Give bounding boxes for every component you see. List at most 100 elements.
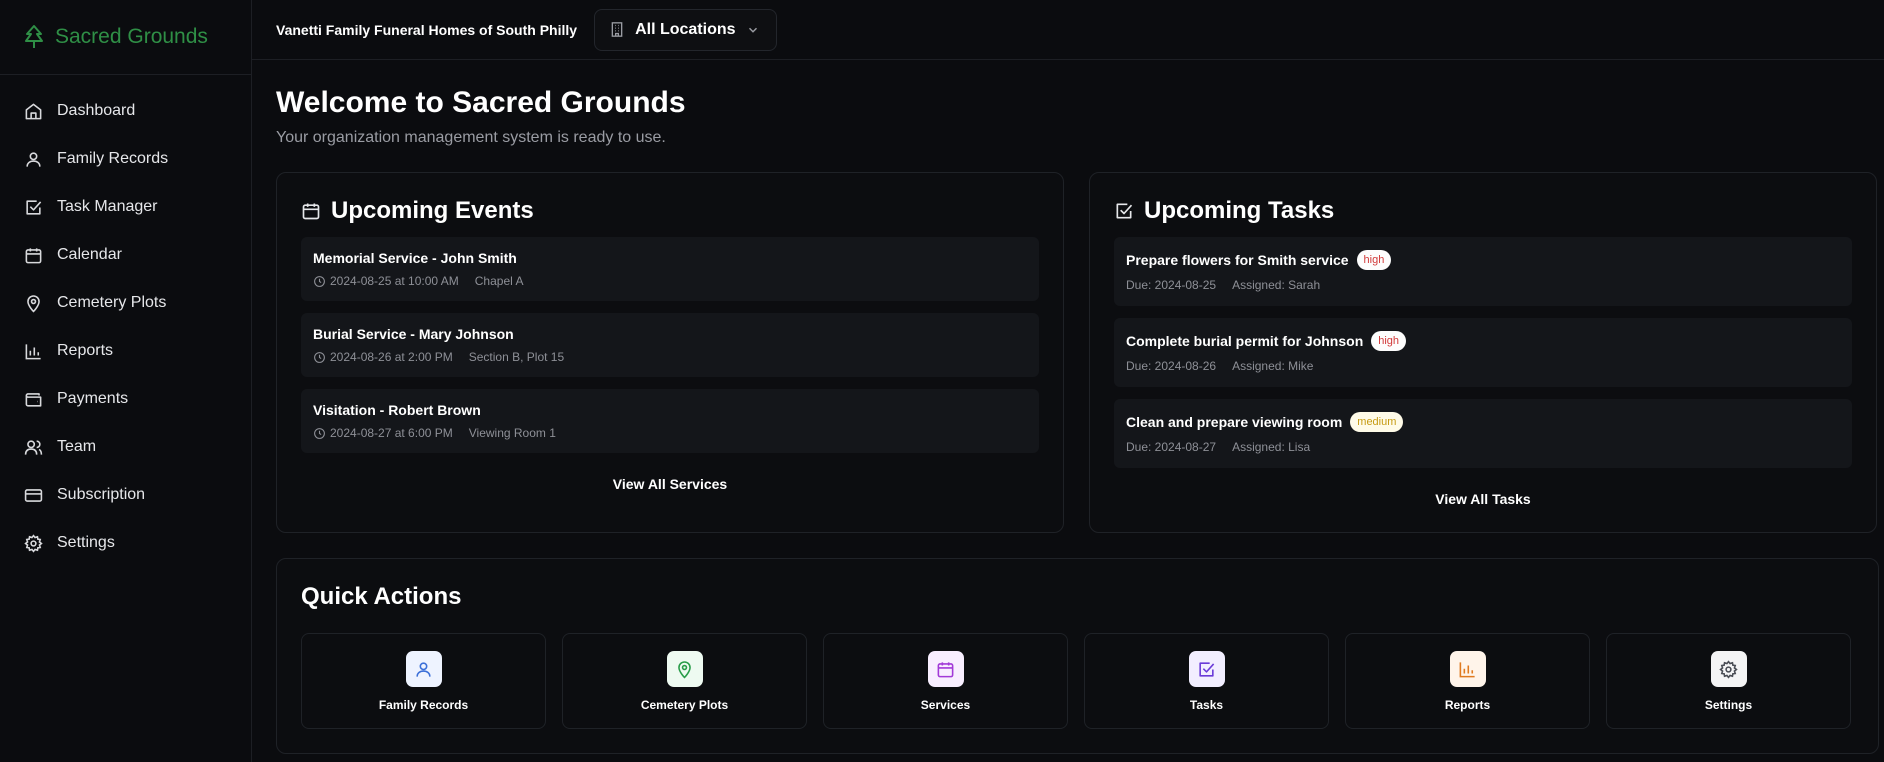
priority-badge: medium	[1350, 412, 1404, 432]
events-list: Memorial Service - John Smith 2024-08-25…	[301, 237, 1039, 453]
list-item[interactable]: Complete burial permit for Johnson high …	[1114, 318, 1852, 387]
quick-action-services[interactable]: Services	[823, 633, 1068, 729]
list-item[interactable]: Clean and prepare viewing room medium Du…	[1114, 399, 1852, 468]
event-location: Chapel A	[474, 274, 524, 288]
quick-action-reports[interactable]: Reports	[1345, 633, 1590, 729]
card-header: Upcoming Tasks	[1114, 197, 1852, 225]
map-pin-icon	[24, 294, 43, 313]
check-square-icon	[1188, 651, 1225, 687]
brand-name: Sacred Grounds	[55, 25, 208, 48]
task-header: Prepare flowers for Smith service high	[1126, 250, 1840, 270]
list-item[interactable]: Memorial Service - John Smith 2024-08-25…	[301, 237, 1039, 301]
sidebar-item-settings[interactable]: Settings	[0, 519, 251, 567]
task-due: Due: 2024-08-26	[1126, 359, 1217, 373]
quick-action-cemetery-plots[interactable]: Cemetery Plots	[562, 633, 807, 729]
credit-card-icon	[24, 486, 43, 505]
location-select-value: All Locations	[635, 20, 736, 38]
sidebar-item-label: Reports	[57, 342, 114, 359]
main-area: Vanetti Family Funeral Homes of South Ph…	[252, 0, 1884, 762]
quick-action-label: Services	[920, 698, 971, 712]
sidebar: Sacred Grounds Dashboard Family Records …	[0, 0, 252, 762]
user-icon	[24, 150, 43, 169]
sidebar-item-label: Payments	[57, 390, 129, 407]
sidebar-item-calendar[interactable]: Calendar	[0, 231, 251, 279]
check-square-icon	[1114, 201, 1134, 221]
list-item[interactable]: Prepare flowers for Smith service high D…	[1114, 237, 1852, 306]
quick-action-family-records[interactable]: Family Records	[301, 633, 546, 729]
view-all-services-button[interactable]: View All Services	[301, 476, 1039, 492]
sidebar-item-label: Task Manager	[57, 198, 158, 215]
home-icon	[24, 102, 43, 121]
clock-icon	[313, 275, 326, 288]
task-meta: Due: 2024-08-25 Assigned: Sarah	[1126, 278, 1840, 292]
check-square-icon	[24, 198, 43, 217]
sidebar-item-family-records[interactable]: Family Records	[0, 135, 251, 183]
event-location: Viewing Room 1	[468, 426, 556, 440]
event-datetime: 2024-08-26 at 2:00 PM	[330, 350, 453, 364]
clock-icon	[313, 427, 326, 440]
task-title: Prepare flowers for Smith service	[1126, 252, 1349, 268]
quick-action-settings[interactable]: Settings	[1606, 633, 1851, 729]
clock-icon	[313, 351, 326, 364]
sidebar-item-label: Cemetery Plots	[57, 294, 167, 311]
user-icon	[405, 651, 442, 687]
quick-action-tasks[interactable]: Tasks	[1084, 633, 1329, 729]
event-title: Visitation - Robert Brown	[313, 402, 481, 418]
event-meta: 2024-08-27 at 6:00 PM Viewing Room 1	[313, 426, 1027, 440]
location-select[interactable]: All Locations	[594, 8, 777, 51]
bar-chart-icon	[1449, 651, 1486, 687]
calendar-icon	[24, 246, 43, 265]
task-title: Complete burial permit for Johnson	[1126, 333, 1364, 349]
card-title: Quick Actions	[301, 583, 462, 610]
tree-logo-icon	[23, 24, 45, 50]
sidebar-item-task-manager[interactable]: Task Manager	[0, 183, 251, 231]
list-item[interactable]: Visitation - Robert Brown 2024-08-27 at …	[301, 389, 1039, 453]
map-pin-icon	[666, 651, 703, 687]
sidebar-item-label: Team	[57, 438, 97, 455]
sidebar-item-subscription[interactable]: Subscription	[0, 471, 251, 519]
page-title: Welcome to Sacred Grounds	[276, 86, 686, 119]
sidebar-item-dashboard[interactable]: Dashboard	[0, 87, 251, 135]
view-all-tasks-button[interactable]: View All Tasks	[1114, 491, 1852, 507]
task-title: Clean and prepare viewing room	[1126, 414, 1343, 430]
card-header: Upcoming Events	[301, 197, 1039, 225]
sidebar-item-team[interactable]: Team	[0, 423, 251, 471]
sidebar-nav: Dashboard Family Records Task Manager Ca…	[0, 75, 251, 567]
overview-row: Upcoming Events Memorial Service - John …	[276, 172, 1877, 533]
bar-chart-icon	[24, 342, 43, 361]
event-meta: 2024-08-25 at 10:00 AM Chapel A	[313, 274, 1027, 288]
task-assignee: Assigned: Sarah	[1232, 278, 1321, 292]
chevron-down-icon	[746, 23, 760, 37]
event-title: Memorial Service - John Smith	[313, 250, 517, 266]
sidebar-item-label: Calendar	[57, 246, 122, 263]
card-title: Upcoming Events	[331, 197, 534, 224]
sidebar-item-label: Dashboard	[57, 102, 136, 119]
quick-action-label: Settings	[1704, 698, 1753, 712]
quick-action-label: Tasks	[1189, 698, 1224, 712]
sidebar-item-cemetery-plots[interactable]: Cemetery Plots	[0, 279, 251, 327]
brand[interactable]: Sacred Grounds	[0, 0, 251, 75]
list-item[interactable]: Burial Service - Mary Johnson 2024-08-26…	[301, 313, 1039, 377]
users-icon	[24, 438, 43, 457]
quick-actions-grid: Family Records Cemetery Plots Services T…	[301, 633, 1854, 729]
sidebar-item-label: Family Records	[57, 150, 169, 167]
task-assignee: Assigned: Lisa	[1232, 440, 1311, 454]
sidebar-item-payments[interactable]: Payments	[0, 375, 251, 423]
tasks-list: Prepare flowers for Smith service high D…	[1114, 237, 1852, 468]
task-header: Complete burial permit for Johnson high	[1126, 331, 1840, 351]
card-title: Upcoming Tasks	[1144, 197, 1335, 224]
organization-name: Vanetti Family Funeral Homes of South Ph…	[276, 21, 578, 38]
content: Welcome to Sacred Grounds Your organizat…	[252, 60, 1884, 754]
quick-actions-card: Quick Actions Family Records Cemetery Pl…	[276, 558, 1879, 754]
topbar: Vanetti Family Funeral Homes of South Ph…	[252, 0, 1884, 60]
quick-action-label: Cemetery Plots	[640, 698, 729, 712]
event-title: Burial Service - Mary Johnson	[313, 326, 514, 342]
building-icon	[609, 21, 625, 38]
task-due: Due: 2024-08-25	[1126, 278, 1217, 292]
sidebar-item-reports[interactable]: Reports	[0, 327, 251, 375]
wallet-icon	[24, 390, 43, 409]
priority-badge: high	[1371, 331, 1407, 351]
task-meta: Due: 2024-08-27 Assigned: Lisa	[1126, 440, 1840, 454]
task-header: Clean and prepare viewing room medium	[1126, 412, 1840, 432]
event-location: Section B, Plot 15	[468, 350, 565, 364]
